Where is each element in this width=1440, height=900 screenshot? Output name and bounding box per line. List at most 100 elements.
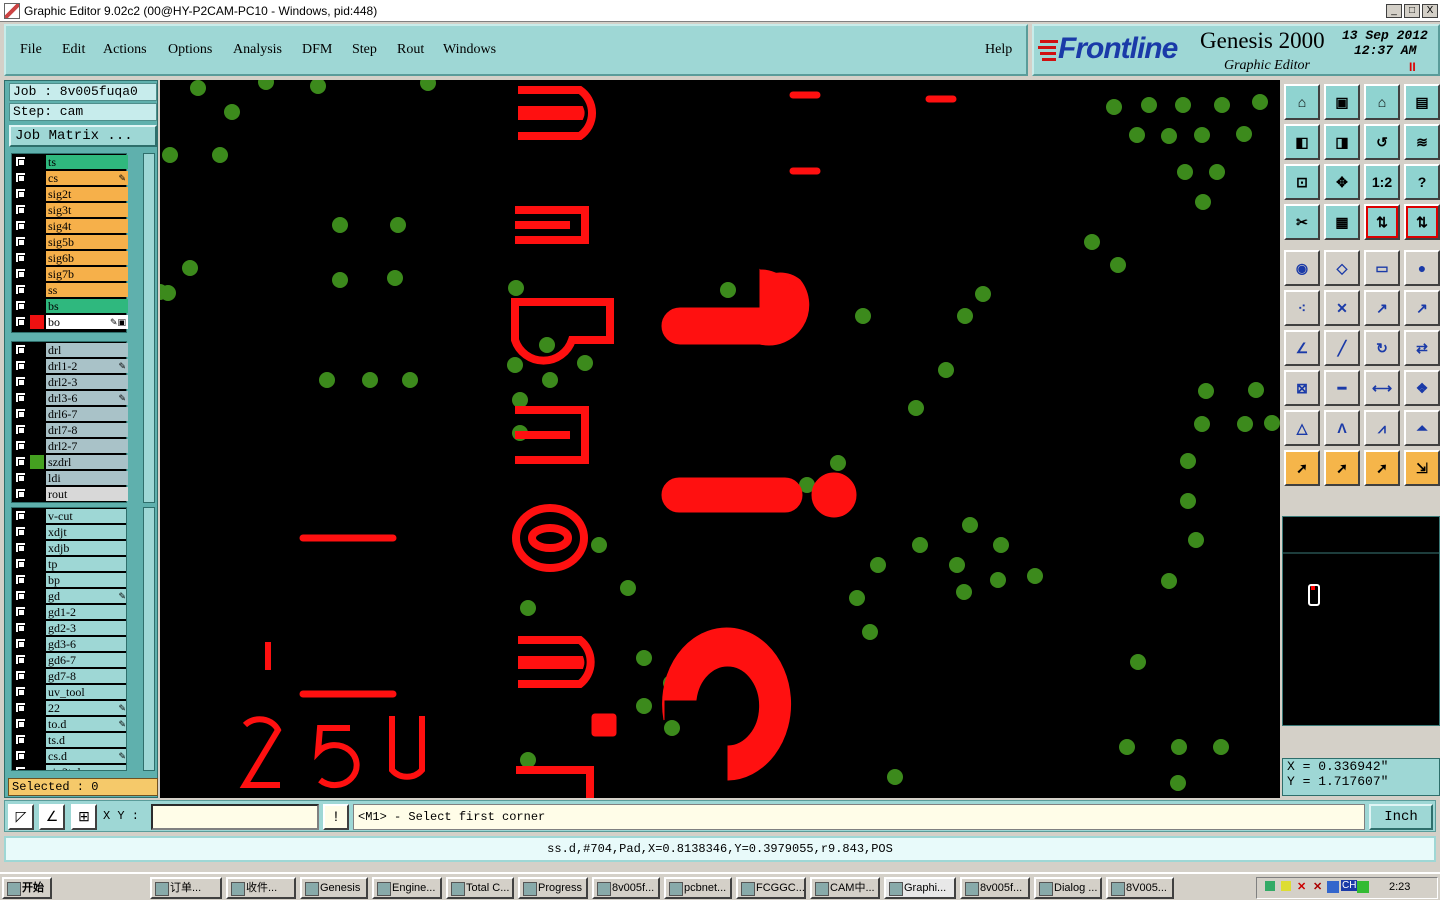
- layer-row[interactable]: drl: [12, 342, 128, 358]
- layer-row[interactable]: bp: [12, 572, 126, 588]
- layer-name[interactable]: bp: [46, 573, 126, 587]
- layer-checkbox[interactable]: [15, 188, 26, 199]
- layer-row[interactable]: sig2t.d: [12, 764, 126, 770]
- layer-row[interactable]: sig7b: [12, 266, 128, 282]
- layer-color-swatch[interactable]: [30, 573, 44, 587]
- layer-checkbox[interactable]: [15, 376, 26, 387]
- taskbar-item[interactable]: pcbnet...: [664, 877, 732, 899]
- layer-row[interactable]: ts: [12, 154, 128, 170]
- execute-button[interactable]: !: [323, 804, 349, 830]
- layer-color-swatch[interactable]: [30, 315, 44, 329]
- layer-checkbox[interactable]: [15, 606, 26, 617]
- layer-checkbox[interactable]: [15, 702, 26, 713]
- taskbar-item[interactable]: Total C...: [446, 877, 514, 899]
- layer-color-swatch[interactable]: [30, 251, 44, 265]
- layer-row[interactable]: cs.d ✎: [12, 748, 126, 764]
- layer-name[interactable]: drl: [46, 343, 128, 357]
- pad-add-button[interactable]: ⊠: [1284, 370, 1320, 406]
- layer-color-swatch[interactable]: [30, 525, 44, 539]
- layer-row[interactable]: rout: [12, 486, 128, 502]
- taskbar-item[interactable]: Dialog ...: [1034, 877, 1102, 899]
- layer-color-swatch[interactable]: [30, 749, 44, 763]
- layer-checkbox[interactable]: [15, 252, 26, 263]
- layer-checkbox[interactable]: [15, 440, 26, 451]
- taskbar-item[interactable]: Genesis: [300, 877, 368, 899]
- language-indicator[interactable]: CH: [1341, 880, 1358, 891]
- pcb-view[interactable]: [160, 80, 1280, 798]
- layer-name[interactable]: drl1-2 ✎: [46, 359, 128, 373]
- layer-color-swatch[interactable]: [30, 541, 44, 555]
- layer-checkbox[interactable]: [15, 268, 26, 279]
- layer-color-swatch[interactable]: [30, 509, 44, 523]
- peak-button[interactable]: Λ: [1324, 410, 1360, 446]
- layer-name[interactable]: cs.d ✎: [46, 749, 126, 763]
- layer-color-swatch[interactable]: [30, 637, 44, 651]
- graphic-canvas[interactable]: [160, 80, 1280, 798]
- redraw-button[interactable]: ≋: [1404, 124, 1440, 160]
- grid-button[interactable]: ▦: [1324, 204, 1360, 240]
- layer-name[interactable]: gd3-6: [46, 637, 126, 651]
- layer-name[interactable]: tp: [46, 557, 126, 571]
- layer-checkbox[interactable]: [15, 526, 26, 537]
- layer-row[interactable]: gd6-7: [12, 652, 126, 668]
- layer-row[interactable]: gd1-2: [12, 604, 126, 620]
- layer-color-swatch[interactable]: [30, 267, 44, 281]
- layer-checkbox[interactable]: [15, 472, 26, 483]
- save-button[interactable]: ▣: [1324, 84, 1360, 120]
- rotate-button[interactable]: ↻: [1364, 330, 1400, 366]
- layer-checkbox[interactable]: [15, 424, 26, 435]
- layer-checkbox[interactable]: [15, 236, 26, 247]
- taskbar-item[interactable]: Engine...: [372, 877, 442, 899]
- layer-color-swatch[interactable]: [30, 235, 44, 249]
- layer-row[interactable]: bs: [12, 298, 128, 314]
- zoom-in-button[interactable]: ◧: [1284, 124, 1320, 160]
- layer-row[interactable]: drl1-2 ✎: [12, 358, 128, 374]
- menu-step[interactable]: Step: [352, 42, 377, 58]
- layer-name[interactable]: xdjb: [46, 541, 126, 555]
- taskbar-item[interactable]: 8V005...: [1106, 877, 1174, 899]
- layer-color-swatch[interactable]: [30, 605, 44, 619]
- layer-color-swatch[interactable]: [30, 455, 44, 469]
- layer-name[interactable]: xdjt: [46, 525, 126, 539]
- undo-button[interactable]: ↺: [1364, 124, 1400, 160]
- pad-button[interactable]: ◉: [1284, 250, 1320, 286]
- layer-row[interactable]: drl2-3: [12, 374, 128, 390]
- menu-rout[interactable]: Rout: [397, 42, 424, 58]
- menu-dfm[interactable]: DFM: [302, 42, 332, 58]
- layer-checkbox[interactable]: [15, 284, 26, 295]
- layer-row[interactable]: szdrl: [12, 454, 128, 470]
- layer-color-swatch[interactable]: [30, 621, 44, 635]
- layer-color-swatch[interactable]: [30, 701, 44, 715]
- maximize-button[interactable]: □: [1404, 3, 1420, 18]
- layer-checkbox[interactable]: [15, 456, 26, 467]
- overview-window[interactable]: [1282, 516, 1440, 726]
- layer-row[interactable]: tp: [12, 556, 126, 572]
- layer-row[interactable]: drl7-8: [12, 422, 128, 438]
- layer-name[interactable]: gd7-8: [46, 669, 126, 683]
- minimize-button[interactable]: _: [1386, 3, 1402, 18]
- layer-name[interactable]: gd ✎: [46, 589, 126, 603]
- layer-color-swatch[interactable]: [30, 589, 44, 603]
- layer-checkbox[interactable]: [15, 510, 26, 521]
- layer-row[interactable]: sig2t: [12, 186, 128, 202]
- size-button[interactable]: ⟷: [1364, 370, 1400, 406]
- menu-file[interactable]: File: [20, 42, 42, 58]
- layer-checkbox[interactable]: [15, 558, 26, 569]
- layer-row[interactable]: 22 ✎: [12, 700, 126, 716]
- taskbar-item[interactable]: 8v005f...: [592, 877, 660, 899]
- select-button[interactable]: ➚: [1324, 450, 1360, 486]
- layer-row[interactable]: drl6-7: [12, 406, 128, 422]
- layer-color-swatch[interactable]: [30, 219, 44, 233]
- grid-snap-button[interactable]: ⊞: [71, 804, 97, 830]
- layer-row[interactable]: sig6b: [12, 250, 128, 266]
- layer-name[interactable]: sig4t: [46, 219, 128, 233]
- layer-name[interactable]: sig2t: [46, 187, 128, 201]
- home-button[interactable]: ⌂: [1284, 84, 1320, 120]
- select-area-button[interactable]: ◇: [1324, 250, 1360, 286]
- layer-row[interactable]: uv_tool: [12, 684, 126, 700]
- menu-windows[interactable]: Windows: [443, 42, 496, 58]
- menu-actions[interactable]: Actions: [103, 42, 147, 58]
- layer-color-swatch[interactable]: [30, 717, 44, 731]
- arc-button[interactable]: ╱: [1324, 330, 1360, 366]
- house-button[interactable]: ⌂: [1364, 84, 1400, 120]
